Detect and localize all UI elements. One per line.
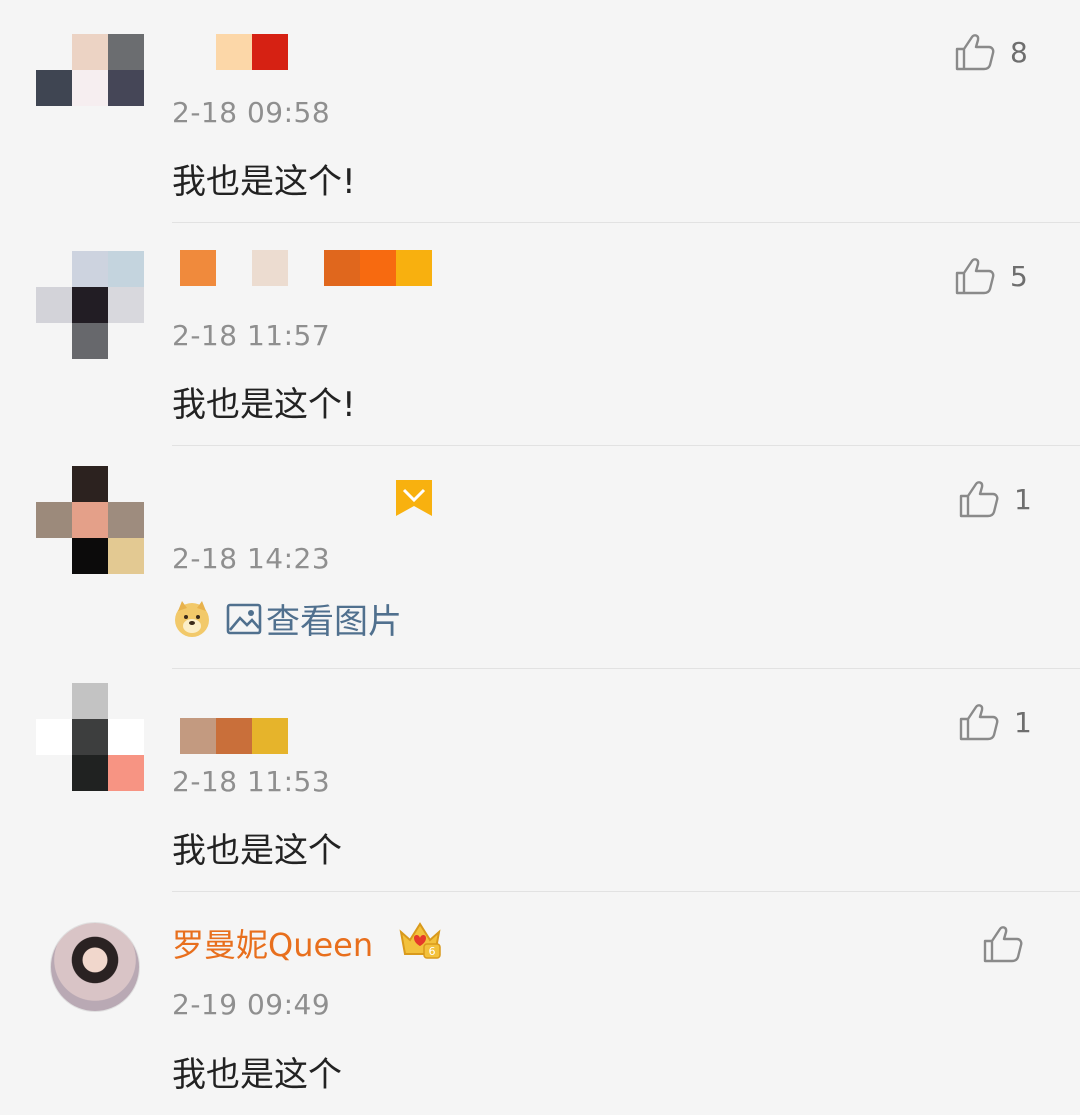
comment-item: 2-18 09:58 我也是这个! 8 (0, 0, 1080, 223)
doge-emoji-icon (175, 600, 209, 637)
like-button[interactable]: 1 (958, 700, 1032, 744)
like-button[interactable]: 5 (954, 254, 1028, 298)
badge-level: 6 (429, 945, 436, 958)
thumbs-up-icon (955, 258, 995, 295)
timestamp: 2-18 11:53 (172, 765, 331, 798)
like-count: 8 (1010, 35, 1028, 69)
like-count: 5 (1010, 259, 1028, 293)
username[interactable] (180, 718, 288, 754)
avatar[interactable] (36, 466, 144, 574)
comment-text: 我也是这个! (172, 162, 356, 202)
picture-icon (226, 603, 262, 634)
member-badge-icon (396, 480, 432, 516)
username[interactable] (180, 250, 432, 286)
like-count: 1 (1014, 705, 1032, 739)
thumbs-up-icon (983, 926, 1023, 963)
view-image-label: 查看图片 (266, 602, 402, 642)
username[interactable]: 罗曼妮Queen (172, 920, 373, 966)
timestamp: 2-19 09:49 (172, 988, 331, 1021)
avatar[interactable] (36, 34, 144, 142)
comment-text: 我也是这个! (172, 385, 356, 425)
comment-item: 2-18 11:57 我也是这个! 5 (0, 223, 1080, 446)
thumbs-up-icon (959, 704, 999, 741)
username[interactable] (180, 34, 288, 70)
like-button[interactable] (982, 922, 1038, 966)
like-button[interactable]: 1 (958, 477, 1032, 521)
view-image-link[interactable]: 查看图片 (172, 594, 402, 643)
thumbs-up-icon (959, 481, 999, 518)
thumbs-up-icon (955, 34, 995, 71)
comment-item: 2-18 14:23 查看图片 1 (0, 446, 1080, 669)
timestamp: 2-18 14:23 (172, 542, 331, 575)
timestamp: 2-18 11:57 (172, 319, 331, 352)
avatar[interactable] (50, 922, 140, 1012)
like-count: 1 (1014, 482, 1032, 516)
timestamp: 2-18 09:58 (172, 96, 331, 129)
comment-text: 我也是这个 (172, 1055, 342, 1095)
comment-item: 2-18 11:53 我也是这个 1 (0, 669, 1080, 892)
like-button[interactable]: 8 (954, 30, 1028, 74)
avatar[interactable] (36, 251, 144, 359)
comment-text: 我也是这个 (172, 831, 342, 871)
avatar[interactable] (36, 683, 144, 791)
comment-item: 罗曼妮Queen 6 2-19 09:49 我也是这个 (0, 892, 1080, 1115)
crown-badge-icon: 6 (399, 922, 441, 959)
